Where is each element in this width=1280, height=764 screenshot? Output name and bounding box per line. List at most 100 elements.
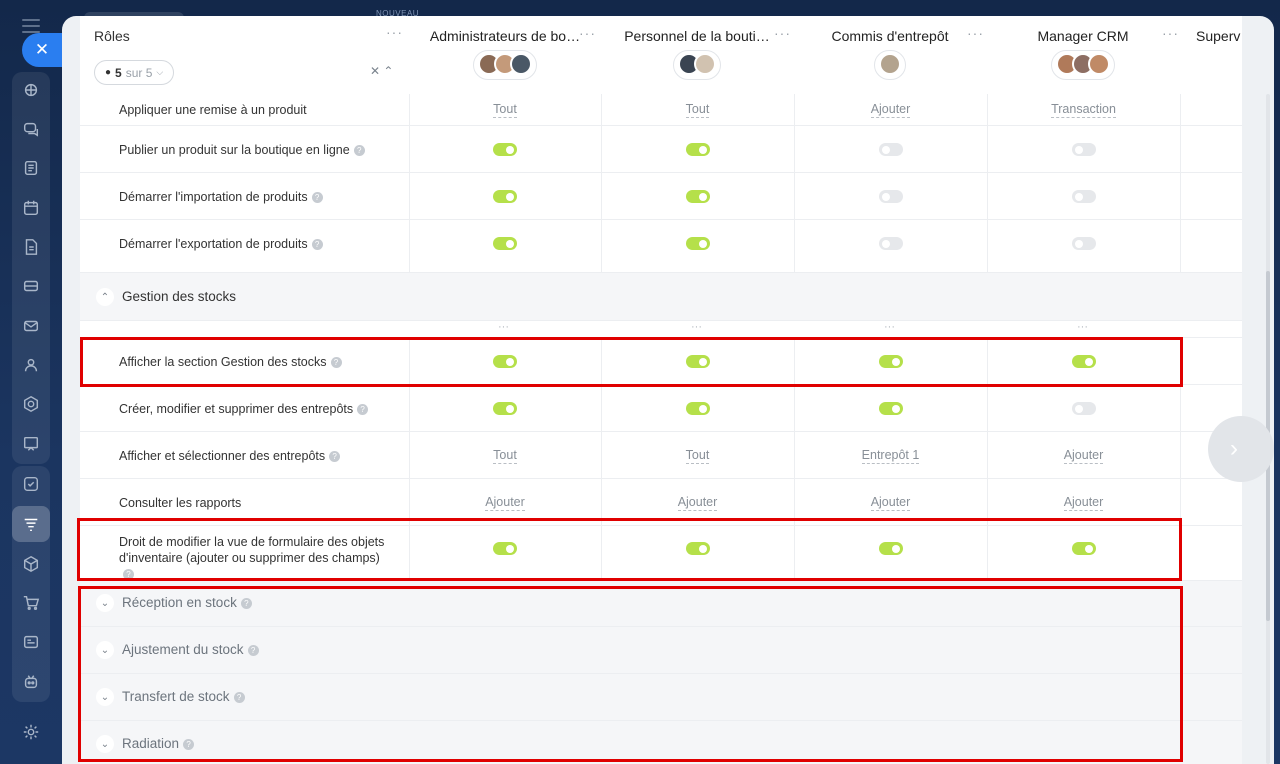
collapse-expand-icon[interactable]: ✕ ⌃ [370,64,393,78]
table-row: Démarrer l'importation de produits? [80,172,1242,219]
avatar-group[interactable] [1051,50,1115,80]
column-header-admins[interactable]: Administrateurs de bo… ··· [417,25,596,88]
table-row: Démarrer l'exportation de produits? [80,219,1242,266]
permission-value[interactable]: Tout [685,448,710,464]
sidebar-item-feed[interactable] [12,150,50,186]
sidebar-item-robot[interactable] [12,664,50,700]
sidebar-item-settings[interactable] [12,714,50,750]
permission-toggle[interactable] [685,402,710,415]
permission-toggle[interactable] [493,143,517,156]
permission-value[interactable]: Ajouter [485,495,525,511]
permission-value[interactable]: Ajouter [1063,448,1104,464]
chevron-right-icon: › [1230,435,1238,462]
sidebar-item-mail[interactable] [12,308,50,344]
permission-toggle[interactable] [685,237,710,250]
more-icon[interactable]: ··· [579,25,596,41]
roles-filter-chip[interactable]: ● 5 sur 5 ⌵ [94,60,175,85]
more-icon[interactable]: ··· [691,321,702,333]
permission-toggle[interactable] [1071,237,1096,250]
box-icon [23,555,39,573]
section-title: Gestion des stocks [122,289,237,304]
permission-toggle[interactable] [493,190,517,203]
chevron-up-icon[interactable]: ⌃ [96,288,114,306]
column-header-warehouse-clerk[interactable]: Commis d'entrepôt ··· [802,25,983,88]
card-icon [23,635,39,649]
close-button[interactable]: ✕ [22,33,62,67]
board-icon [23,436,39,451]
permission-value[interactable]: Tout [493,448,517,464]
permission-value[interactable]: Ajouter [677,495,718,511]
mail-icon [23,320,39,332]
permission-toggle[interactable] [685,190,710,203]
sidebar-item-inventory[interactable] [12,546,50,582]
sidebar-item-hexagon[interactable] [12,386,50,422]
permission-value[interactable]: Entrepôt 1 [861,448,920,464]
permission-label: Consulter les rapports [119,496,242,510]
more-icon[interactable]: ··· [386,24,403,40]
sidebar-item-chat[interactable] [12,111,50,147]
permission-toggle[interactable] [878,143,903,156]
permission-toggle[interactable] [685,143,710,156]
more-icon[interactable]: ··· [967,25,984,41]
help-icon[interactable]: ? [311,192,323,204]
permission-label-text: Démarrer l'exportation de produits [119,237,308,251]
help-icon[interactable]: ? [311,239,323,251]
more-icon[interactable]: ··· [498,321,509,333]
highlight-box [77,518,1182,581]
help-icon[interactable]: ? [357,404,369,416]
scroll-right-button[interactable]: › [1208,416,1274,482]
contacts-icon [24,358,38,372]
column-header-shop-staff[interactable]: Personnel de la bouti… ··· [609,25,790,88]
document-icon [25,239,38,255]
permission-toggle[interactable] [493,402,517,415]
avatar-group[interactable] [473,50,537,80]
permission-value[interactable]: Ajouter [1063,495,1104,511]
filter-count: 5 [115,65,122,80]
permission-toggle[interactable] [1071,143,1096,156]
permission-toggle[interactable] [493,237,517,250]
column-title: Administrateurs de bo… [429,28,581,44]
permission-value[interactable]: Ajouter [870,495,911,511]
sidebar-item-cards[interactable] [12,624,50,660]
more-icon[interactable]: ··· [1162,25,1179,41]
permission-toggle[interactable] [1071,190,1096,203]
permission-value[interactable]: Ajouter [870,102,911,118]
chevron-down-icon: ⌵ [156,67,164,77]
avatar-group[interactable] [874,50,906,80]
sidebar-item-shop[interactable] [12,585,50,621]
help-icon[interactable]: ? [329,451,341,463]
more-icon[interactable]: ··· [884,321,895,333]
permission-label: Créer, modifier et supprimer des entrepô… [119,401,369,417]
avatar [510,53,532,75]
permission-label: Afficher et sélectionner des entrepôts? [119,448,341,464]
sidebar-item-contacts[interactable] [12,347,50,383]
chat-icon [23,122,39,137]
sidebar-item-sitemap[interactable] [12,72,50,108]
permission-label-text: Démarrer l'importation de produits [119,190,308,204]
avatar [1088,53,1110,75]
funnel-icon [24,518,38,532]
sidebar-item-docs[interactable] [12,229,50,265]
column-header-crm-manager[interactable]: Manager CRM ··· [995,25,1178,88]
sidebar-item-crm[interactable] [12,506,50,542]
permission-value[interactable]: Tout [685,102,710,118]
sidebar-item-tasks[interactable] [12,466,50,502]
permission-toggle[interactable] [1071,402,1096,415]
more-icon[interactable]: ··· [1077,321,1088,333]
sidebar-item-board[interactable] [12,426,50,462]
help-icon[interactable]: ? [353,145,365,157]
permission-toggle[interactable] [878,237,903,250]
sidebar-item-calendar[interactable] [12,190,50,226]
hexagon-icon [23,395,39,413]
table-row: Créer, modifier et supprimer des entrepô… [80,384,1242,431]
permission-value[interactable]: Transaction [1051,102,1116,118]
permission-toggle[interactable] [878,190,903,203]
menu-icon[interactable] [22,19,40,33]
avatar-group[interactable] [673,50,721,80]
sidebar-item-drive[interactable] [12,268,50,304]
permission-value[interactable]: Tout [493,102,517,118]
more-icon[interactable]: ··· [774,25,791,41]
section-stock-management[interactable]: ⌃ Gestion des stocks [80,272,1242,320]
permission-toggle[interactable] [878,402,903,415]
column-header-supervisor[interactable]: Superv [1196,28,1242,88]
